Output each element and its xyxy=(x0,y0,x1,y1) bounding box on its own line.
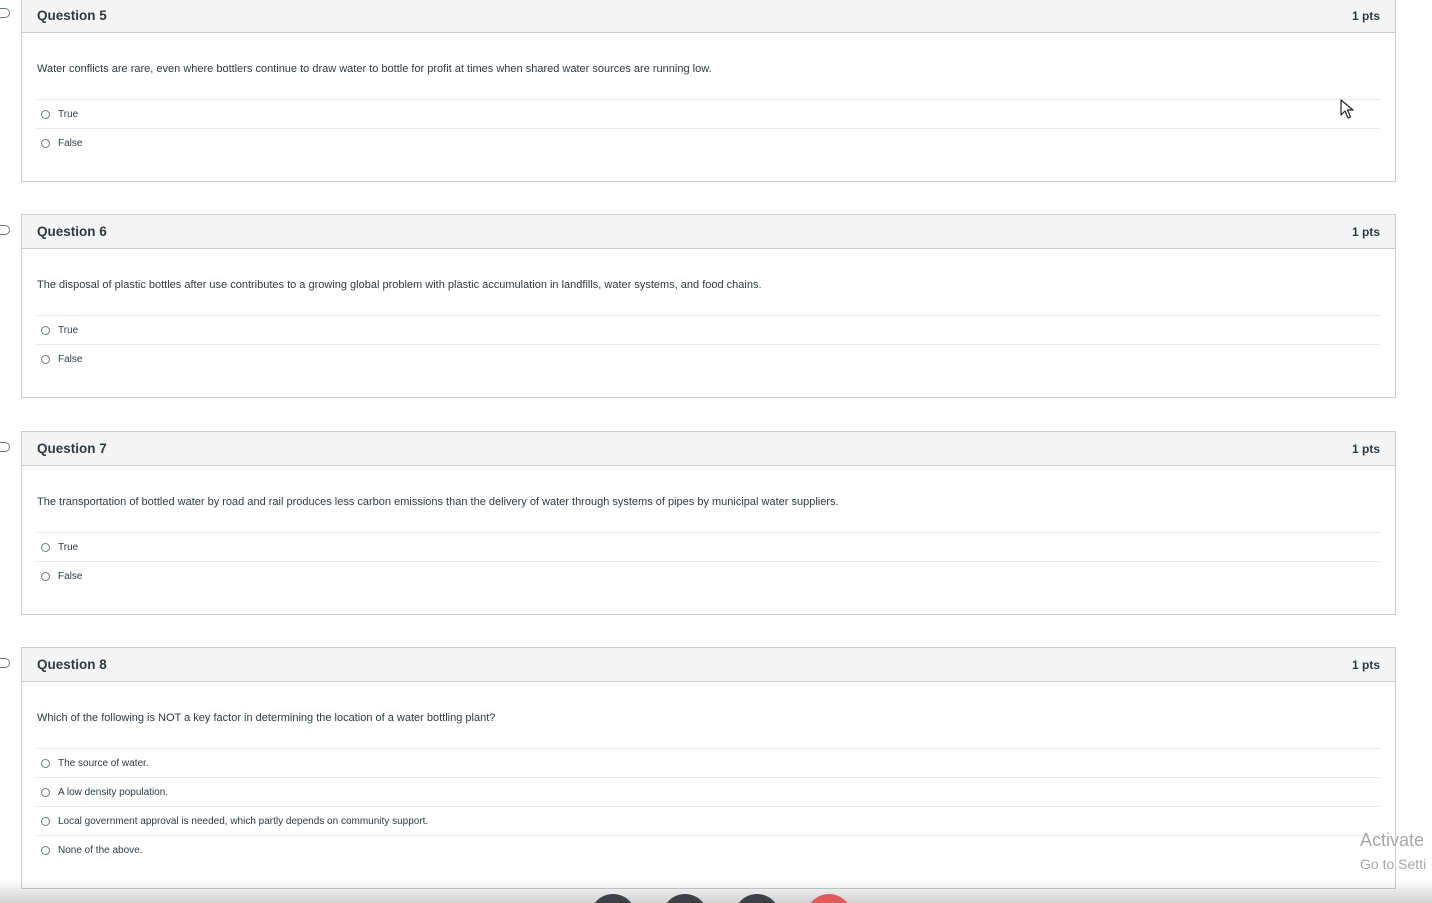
answer-option[interactable]: True xyxy=(37,316,1380,345)
question-body: The disposal of plastic bottles after us… xyxy=(22,249,1395,373)
question-title: Question 8 xyxy=(37,657,107,672)
answer-option[interactable]: False xyxy=(37,129,1380,157)
question-header: Question 5 1 pts xyxy=(22,0,1395,33)
answer-option[interactable]: A low density population. xyxy=(37,778,1380,807)
activation-watermark: Activate xyxy=(1360,830,1425,850)
question-text: The disposal of plastic bottles after us… xyxy=(37,249,1380,316)
mouse-pointer-icon xyxy=(1340,99,1354,119)
question-title: Question 6 xyxy=(37,224,107,239)
question-points: 1 pts xyxy=(1351,224,1380,239)
answer-option[interactable]: True xyxy=(37,100,1380,129)
radio-button-icon[interactable] xyxy=(41,571,50,581)
answer-label: True xyxy=(58,324,79,336)
flag-question-icon[interactable] xyxy=(0,442,10,452)
radio-button-icon[interactable] xyxy=(41,816,50,826)
answer-label: True xyxy=(58,108,79,120)
answer-option[interactable]: True xyxy=(37,533,1380,562)
radio-button-icon[interactable] xyxy=(41,109,50,119)
answer-label: Local government approval is needed, whi… xyxy=(58,815,429,827)
question-title: Question 7 xyxy=(37,441,107,456)
control-button[interactable] xyxy=(590,894,636,903)
question-header: Question 8 1 pts xyxy=(22,648,1395,682)
question-header: Question 7 1 pts xyxy=(22,432,1395,466)
answer-option[interactable]: False xyxy=(37,345,1380,373)
flag-question-icon[interactable] xyxy=(0,658,10,668)
question-text: The transportation of bottled water by r… xyxy=(37,466,1380,533)
answer-label: A low density population. xyxy=(58,786,169,798)
radio-button-icon[interactable] xyxy=(41,354,50,364)
answer-option[interactable]: False xyxy=(37,562,1380,590)
end-call-button[interactable] xyxy=(806,894,852,903)
question-7: Question 7 1 pts The transportation of b… xyxy=(21,431,1396,615)
answer-label: True xyxy=(58,541,79,553)
question-title: Question 5 xyxy=(37,8,107,23)
radio-button-icon[interactable] xyxy=(41,845,50,855)
activation-watermark-sub: Go to Setti xyxy=(1360,856,1427,872)
question-body: The transportation of bottled water by r… xyxy=(22,466,1395,590)
question-text: Water conflicts are rare, even where bot… xyxy=(37,33,1380,100)
question-body: Water conflicts are rare, even where bot… xyxy=(22,33,1395,157)
answer-label: The source of water. xyxy=(58,757,149,769)
question-6: Question 6 1 pts The disposal of plastic… xyxy=(21,214,1396,398)
radio-button-icon[interactable] xyxy=(41,325,50,335)
answer-label: False xyxy=(58,570,83,582)
question-body: Which of the following is NOT a key fact… xyxy=(22,682,1395,864)
question-text: Which of the following is NOT a key fact… xyxy=(37,682,1380,749)
flag-question-icon[interactable] xyxy=(0,8,10,18)
radio-button-icon[interactable] xyxy=(41,542,50,552)
question-points: 1 pts xyxy=(1351,8,1380,23)
answer-label: False xyxy=(58,353,83,365)
control-button[interactable] xyxy=(734,894,780,903)
radio-button-icon[interactable] xyxy=(41,758,50,768)
answer-label: False xyxy=(58,137,83,149)
answer-option[interactable]: The source of water. xyxy=(37,749,1380,778)
question-5: Question 5 1 pts Water conflicts are rar… xyxy=(21,0,1396,182)
question-points: 1 pts xyxy=(1351,657,1380,672)
question-points: 1 pts xyxy=(1351,441,1380,456)
answer-option[interactable]: None of the above. xyxy=(37,836,1380,864)
control-button[interactable] xyxy=(662,894,708,903)
answer-label: None of the above. xyxy=(58,844,143,856)
radio-button-icon[interactable] xyxy=(41,787,50,797)
question-8: Question 8 1 pts Which of the following … xyxy=(21,647,1396,889)
question-header: Question 6 1 pts xyxy=(22,215,1395,249)
answer-option[interactable]: Local government approval is needed, whi… xyxy=(37,807,1380,836)
radio-button-icon[interactable] xyxy=(41,138,50,148)
flag-question-icon[interactable] xyxy=(0,225,10,235)
quiz-page: Question 5 1 pts Water conflicts are rar… xyxy=(0,0,1432,903)
